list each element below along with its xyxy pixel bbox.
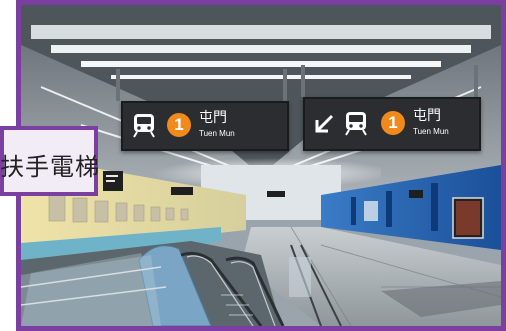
station-name-english: Tuen Mun [199, 129, 235, 138]
direction-sign-right: 1 屯門 Tuen Mun [303, 97, 481, 151]
station-name-english: Tuen Mun [413, 127, 449, 136]
train-icon [133, 114, 155, 138]
direction-sign-left: 1 屯門 Tuen Mun [121, 101, 289, 151]
escalator-label-text: 扶手電梯 [0, 153, 100, 181]
line-number-badge: 1 [167, 113, 191, 137]
train-icon [345, 112, 367, 136]
line-number-badge: 1 [381, 111, 405, 135]
station-name-chinese: 屯門 [199, 110, 227, 126]
arrow-down-left-icon [315, 114, 334, 133]
station-name-chinese: 屯門 [413, 108, 441, 124]
escalator-label-callout: 扶手電梯 [0, 126, 100, 196]
